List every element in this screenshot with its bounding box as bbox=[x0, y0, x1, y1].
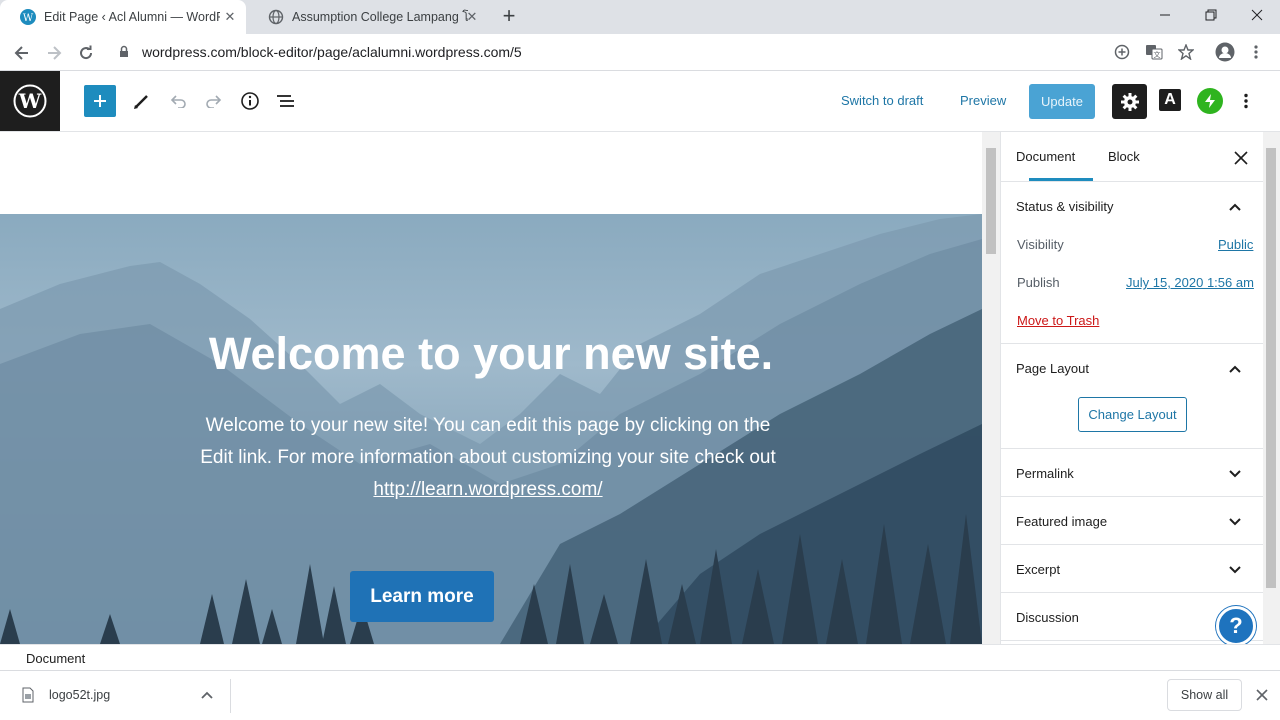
publish-label: Publish bbox=[1017, 275, 1060, 290]
visibility-toggle[interactable]: Public bbox=[1218, 237, 1253, 252]
tab-title: Edit Page ‹ Acl Alumni — WordPress.com bbox=[44, 10, 220, 24]
jetpack-icon[interactable] bbox=[1197, 88, 1223, 114]
active-tab-indicator bbox=[1029, 178, 1093, 181]
sidebar-tabs: Document Block bbox=[1001, 132, 1263, 182]
learn-more-button[interactable]: Learn more bbox=[350, 571, 494, 622]
more-options-icon[interactable] bbox=[1236, 89, 1256, 113]
hero-paragraph-text: Welcome to your new site! You can edit t… bbox=[200, 415, 776, 468]
new-tab-button[interactable]: + bbox=[498, 5, 520, 28]
chevron-down-icon[interactable] bbox=[1227, 514, 1243, 530]
globe-icon bbox=[268, 9, 284, 25]
add-block-button[interactable] bbox=[84, 85, 116, 117]
close-download-bar-icon[interactable] bbox=[1254, 687, 1270, 703]
wordpress-favicon-icon: W bbox=[20, 9, 36, 25]
cover-block[interactable]: Welcome to your new site. Welcome to you… bbox=[0, 214, 982, 644]
tab-title: Assumption College Lampang โรงเรียนอัสสั… bbox=[292, 10, 468, 24]
amp-a-button[interactable]: A bbox=[1159, 89, 1181, 111]
svg-text:文: 文 bbox=[1154, 50, 1161, 59]
file-icon bbox=[22, 687, 34, 703]
sidebar-scrollbar-thumb[interactable] bbox=[1266, 148, 1276, 588]
wordpress-logo-icon[interactable]: W bbox=[0, 71, 60, 131]
address-bar[interactable]: wordpress.com/block-editor/page/aclalumn… bbox=[142, 44, 522, 60]
sidebar-scrollbar[interactable] bbox=[1263, 132, 1280, 644]
discussion-toggle[interactable]: Discussion bbox=[1016, 610, 1079, 625]
hero-heading[interactable]: Welcome to your new site. bbox=[0, 328, 982, 380]
svg-text:W: W bbox=[18, 89, 42, 113]
editor-canvas[interactable]: Welcome to your new site. Welcome to you… bbox=[0, 132, 982, 644]
excerpt-toggle[interactable]: Excerpt bbox=[1016, 562, 1060, 577]
settings-gear-icon[interactable] bbox=[1112, 84, 1147, 119]
breadcrumb[interactable]: Document bbox=[26, 651, 85, 666]
tab-document[interactable]: Document bbox=[1016, 149, 1075, 164]
block-navigation-icon[interactable] bbox=[272, 87, 300, 115]
change-layout-button[interactable]: Change Layout bbox=[1078, 397, 1187, 432]
hero-paragraph[interactable]: Welcome to your new site! You can edit t… bbox=[190, 410, 786, 506]
browser-menu-icon[interactable] bbox=[1246, 42, 1266, 62]
permalink-panel[interactable]: Permalink bbox=[1001, 449, 1263, 497]
publish-date-toggle[interactable]: July 15, 2020 1:56 am bbox=[1126, 275, 1254, 290]
editor-footer: Document bbox=[0, 644, 1280, 670]
editor-header: W Switch to draft Preview Update A bbox=[0, 71, 1280, 132]
switch-to-draft-button[interactable]: Switch to draft bbox=[841, 93, 923, 108]
chevron-down-icon[interactable] bbox=[1227, 466, 1243, 482]
visibility-label: Visibility bbox=[1017, 237, 1064, 252]
show-all-button[interactable]: Show all bbox=[1167, 679, 1242, 711]
update-button[interactable]: Update bbox=[1029, 84, 1095, 119]
restore-icon[interactable] bbox=[1188, 0, 1234, 30]
tab-edit-page[interactable]: W Edit Page ‹ Acl Alumni — WordPress.com… bbox=[0, 0, 246, 34]
close-window-icon[interactable] bbox=[1234, 0, 1280, 30]
redo-icon[interactable] bbox=[200, 87, 228, 115]
profile-avatar-icon[interactable] bbox=[1215, 42, 1235, 62]
permalink-toggle[interactable]: Permalink bbox=[1016, 466, 1074, 481]
learn-wordpress-link[interactable]: http://learn.wordpress.com/ bbox=[373, 479, 602, 500]
page-layout-toggle[interactable]: Page Layout bbox=[1016, 361, 1089, 376]
canvas-scrollbar[interactable] bbox=[982, 132, 1000, 644]
move-to-trash-button[interactable]: Move to Trash bbox=[1017, 313, 1099, 328]
chevron-down-icon[interactable] bbox=[1227, 562, 1243, 578]
edit-pencil-icon[interactable] bbox=[128, 87, 156, 115]
status-visibility-toggle[interactable]: Status & visibility bbox=[1016, 199, 1114, 214]
translate-icon[interactable]: 文 bbox=[1144, 42, 1164, 62]
undo-icon[interactable] bbox=[164, 87, 192, 115]
close-sidebar-icon[interactable] bbox=[1231, 148, 1251, 168]
reload-icon[interactable] bbox=[72, 39, 100, 67]
settings-sidebar: Document Block Status & visibility Visib… bbox=[1000, 132, 1263, 644]
close-tab-icon[interactable]: ✕ bbox=[222, 9, 238, 25]
tab-assumption-college[interactable]: Assumption College Lampang โรงเรียนอัสสั… bbox=[248, 0, 488, 34]
close-tab-icon[interactable]: ✕ bbox=[464, 9, 480, 25]
divider bbox=[230, 679, 231, 713]
help-question-icon[interactable]: ? bbox=[1216, 606, 1256, 646]
page-layout-panel: Page Layout Change Layout bbox=[1001, 344, 1263, 449]
forward-icon[interactable] bbox=[40, 39, 68, 67]
preview-button[interactable]: Preview bbox=[960, 93, 1006, 108]
status-visibility-panel: Status & visibility Visibility Public Pu… bbox=[1001, 182, 1263, 344]
chevron-up-icon[interactable] bbox=[200, 688, 214, 702]
tab-block[interactable]: Block bbox=[1108, 149, 1140, 164]
minimize-icon[interactable] bbox=[1142, 0, 1188, 30]
bookmark-star-icon[interactable] bbox=[1176, 42, 1196, 62]
excerpt-panel[interactable]: Excerpt bbox=[1001, 545, 1263, 593]
canvas-scrollbar-thumb[interactable] bbox=[986, 148, 996, 254]
svg-text:W: W bbox=[23, 13, 34, 24]
download-bar: logo52t.jpg Show all bbox=[0, 670, 1280, 720]
download-filename[interactable]: logo52t.jpg bbox=[49, 688, 110, 702]
browser-tabstrip: W Edit Page ‹ Acl Alumni — WordPress.com… bbox=[0, 0, 1280, 34]
info-icon[interactable] bbox=[236, 87, 264, 115]
lock-icon[interactable] bbox=[119, 45, 129, 63]
featured-image-toggle[interactable]: Featured image bbox=[1016, 514, 1107, 529]
back-icon[interactable] bbox=[8, 39, 36, 67]
add-site-icon[interactable] bbox=[1112, 42, 1132, 62]
browser-toolbar: wordpress.com/block-editor/page/aclalumn… bbox=[0, 34, 1280, 71]
chevron-up-icon[interactable] bbox=[1227, 361, 1243, 377]
chevron-up-icon[interactable] bbox=[1227, 199, 1243, 215]
featured-image-panel[interactable]: Featured image bbox=[1001, 497, 1263, 545]
